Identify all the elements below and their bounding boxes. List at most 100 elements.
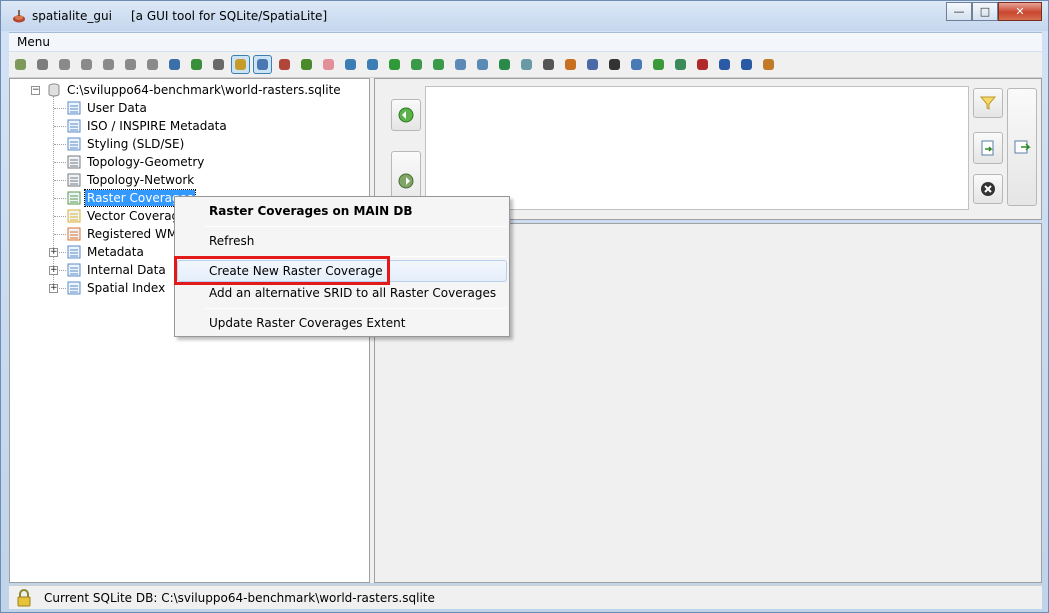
toolbar-button-text[interactable] <box>693 55 712 74</box>
toolbar-button-memory-db[interactable] <box>99 55 118 74</box>
export-icon <box>477 59 488 70</box>
tree-expand-toggle[interactable]: + <box>49 284 58 293</box>
toolbar-button-mosaic[interactable] <box>517 55 536 74</box>
toolbar-button-attach[interactable] <box>319 55 338 74</box>
toolbar-button-export[interactable] <box>451 55 470 74</box>
eye-icon <box>543 59 554 70</box>
maximize-button[interactable]: □ <box>972 2 998 21</box>
check-icon <box>653 59 664 70</box>
toolbar-button-sql-script[interactable] <box>209 55 228 74</box>
toolbar-button-memory-db[interactable] <box>143 55 162 74</box>
tree-node-styling-sld-se[interactable]: Styling (SLD/SE) <box>66 135 186 153</box>
toolbar-button-network[interactable] <box>385 55 404 74</box>
toolbar-button-list[interactable] <box>605 55 624 74</box>
toolbar-button-memory-db[interactable] <box>77 55 96 74</box>
toolbar-button-eye[interactable] <box>539 55 558 74</box>
tree-node-internal-data[interactable]: Internal Data <box>66 261 168 279</box>
window-title: spatialite_gui [a GUI tool for SQLite/Sp… <box>32 9 328 23</box>
title-bar[interactable]: spatialite_gui [a GUI tool for SQLite/Sp… <box>1 1 1048 31</box>
tree-node-label: Topology-Geometry <box>87 155 205 169</box>
toolbar-button-plugin[interactable] <box>165 55 184 74</box>
table-icon <box>67 101 81 115</box>
tree-root[interactable]: C:\sviluppo64-benchmark\world-rasters.sq… <box>46 81 343 99</box>
root-collapse-toggle[interactable]: − <box>31 86 40 95</box>
topology-icon <box>565 59 576 70</box>
toolbar-button-query-view-composer[interactable] <box>253 55 272 74</box>
disconnect-icon <box>37 59 48 70</box>
toolbar-button-topology[interactable] <box>561 55 580 74</box>
memory-db-icon <box>147 59 158 70</box>
toolbar-button-about[interactable] <box>737 55 756 74</box>
network-icon <box>67 173 81 187</box>
toolbar-button-create-db[interactable] <box>55 55 74 74</box>
toolbar-button-check[interactable] <box>649 55 668 74</box>
tree-node-topology-network[interactable]: Topology-Network <box>66 171 196 189</box>
filter-icon <box>980 96 996 110</box>
execute-button[interactable] <box>1007 88 1037 206</box>
tree-node-registered-wms[interactable]: Registered WMS <box>66 225 187 243</box>
menu-item-add-alternative-srid[interactable]: Add an alternative SRID to all Raster Co… <box>209 286 496 300</box>
filter-button[interactable] <box>973 88 1003 118</box>
tree-expand-toggle[interactable]: + <box>49 266 58 275</box>
connect-icon <box>15 59 26 70</box>
list-icon <box>609 59 620 70</box>
toolbar-button-excel[interactable] <box>495 55 514 74</box>
create-db-icon <box>59 59 70 70</box>
toolbar-button-load-shp[interactable] <box>341 55 360 74</box>
tree-expand-toggle[interactable]: + <box>49 248 58 257</box>
toolbar-button-vacuum[interactable] <box>187 55 206 74</box>
toolbar-button-chart[interactable] <box>275 55 294 74</box>
tree-guide-line <box>54 216 66 217</box>
toolbar-button-export[interactable] <box>473 55 492 74</box>
minimize-button[interactable]: — <box>946 2 972 21</box>
toolbar-button-raster[interactable] <box>583 55 602 74</box>
load-sql-icon <box>981 140 994 156</box>
close-button[interactable]: ✕ <box>998 2 1042 21</box>
tree-guide-line <box>54 108 66 109</box>
mosaic-icon <box>521 59 532 70</box>
toolbar-button-disconnect[interactable] <box>33 55 52 74</box>
tree-node-user-data[interactable]: User Data <box>66 99 149 117</box>
menu-button[interactable]: Menu <box>17 35 50 49</box>
toolbar-button-debug[interactable] <box>297 55 316 74</box>
sql-editor[interactable] <box>425 86 969 210</box>
tree-node-topology-geometry[interactable]: Topology-Geometry <box>66 153 206 171</box>
menu-item-refresh[interactable]: Refresh <box>209 234 254 248</box>
chart-icon <box>279 59 290 70</box>
excel-icon <box>499 59 510 70</box>
tree-node-iso-inspire-metadata[interactable]: ISO / INSPIRE Metadata <box>66 117 229 135</box>
vector-icon <box>67 209 81 223</box>
tree-guide-line <box>54 180 66 181</box>
clear-button[interactable] <box>973 174 1003 204</box>
window-controls: — □ ✕ <box>946 2 1042 21</box>
tree-guide-line <box>53 96 54 288</box>
toolbar-button-sql-run[interactable] <box>231 55 250 74</box>
toolbar-button-import[interactable] <box>429 55 448 74</box>
plugin-icon <box>169 59 180 70</box>
toolbar-button-exit[interactable] <box>759 55 778 74</box>
menu-item-update-extent[interactable]: Update Raster Coverages Extent <box>209 316 405 330</box>
exit-icon <box>763 59 774 70</box>
tree-node-metadata[interactable]: Metadata <box>66 243 146 261</box>
wms-icon <box>67 227 81 241</box>
tree-guide-line <box>54 234 66 235</box>
toolbar-button-import[interactable] <box>407 55 426 74</box>
toolbar-button-wms[interactable] <box>627 55 646 74</box>
toolbar-button-help[interactable] <box>715 55 734 74</box>
toolbar-button-load-txt[interactable] <box>363 55 382 74</box>
toolbar-button-memory-db[interactable] <box>121 55 140 74</box>
tree-node-label: Registered WMS <box>87 227 185 241</box>
srid-icon <box>675 59 686 70</box>
toolbar-button-srid[interactable] <box>671 55 690 74</box>
raster-icon <box>587 59 598 70</box>
query-view-composer-icon <box>257 59 268 70</box>
tree-node-label: Topology-Network <box>87 173 195 187</box>
load-shp-icon <box>345 59 356 70</box>
tree-guide-line <box>54 144 66 145</box>
history-back-button[interactable] <box>391 99 421 131</box>
lock-icon <box>17 589 31 607</box>
load-sql-button[interactable] <box>973 132 1003 164</box>
toolbar-button-connect[interactable] <box>11 55 30 74</box>
sql-run-icon <box>235 59 246 70</box>
tree-node-spatial-index[interactable]: Spatial Index <box>66 279 167 297</box>
